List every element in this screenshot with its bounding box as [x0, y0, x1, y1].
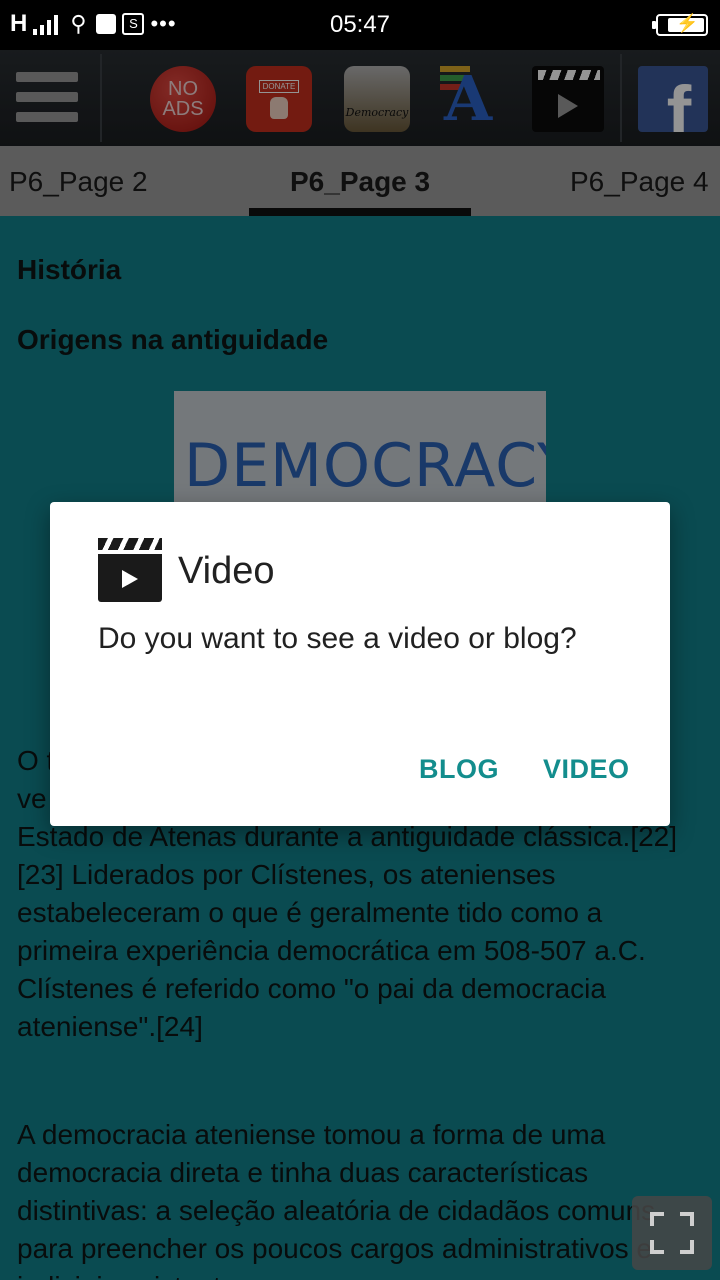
video-dialog: Video Do you want to see a video or blog…: [50, 502, 670, 826]
charging-battery-icon: ⚡: [652, 13, 708, 36]
fullscreen-button[interactable]: [632, 1196, 712, 1270]
dialog-message: Do you want to see a video or blog?: [98, 622, 577, 655]
video-button[interactable]: VIDEO: [543, 754, 630, 785]
fullscreen-expand-icon: [650, 1240, 664, 1254]
dialog-title: Video: [178, 550, 275, 592]
status-bar: H ⚲ S ••• 05:47 ⚡: [0, 0, 720, 50]
fullscreen-expand-icon: [680, 1212, 694, 1226]
clapperboard-icon: [98, 538, 162, 602]
fullscreen-expand-icon: [680, 1240, 694, 1254]
clock: 05:47: [329, 11, 391, 38]
fullscreen-expand-icon: [650, 1212, 664, 1226]
blog-button[interactable]: BLOG: [419, 754, 499, 785]
